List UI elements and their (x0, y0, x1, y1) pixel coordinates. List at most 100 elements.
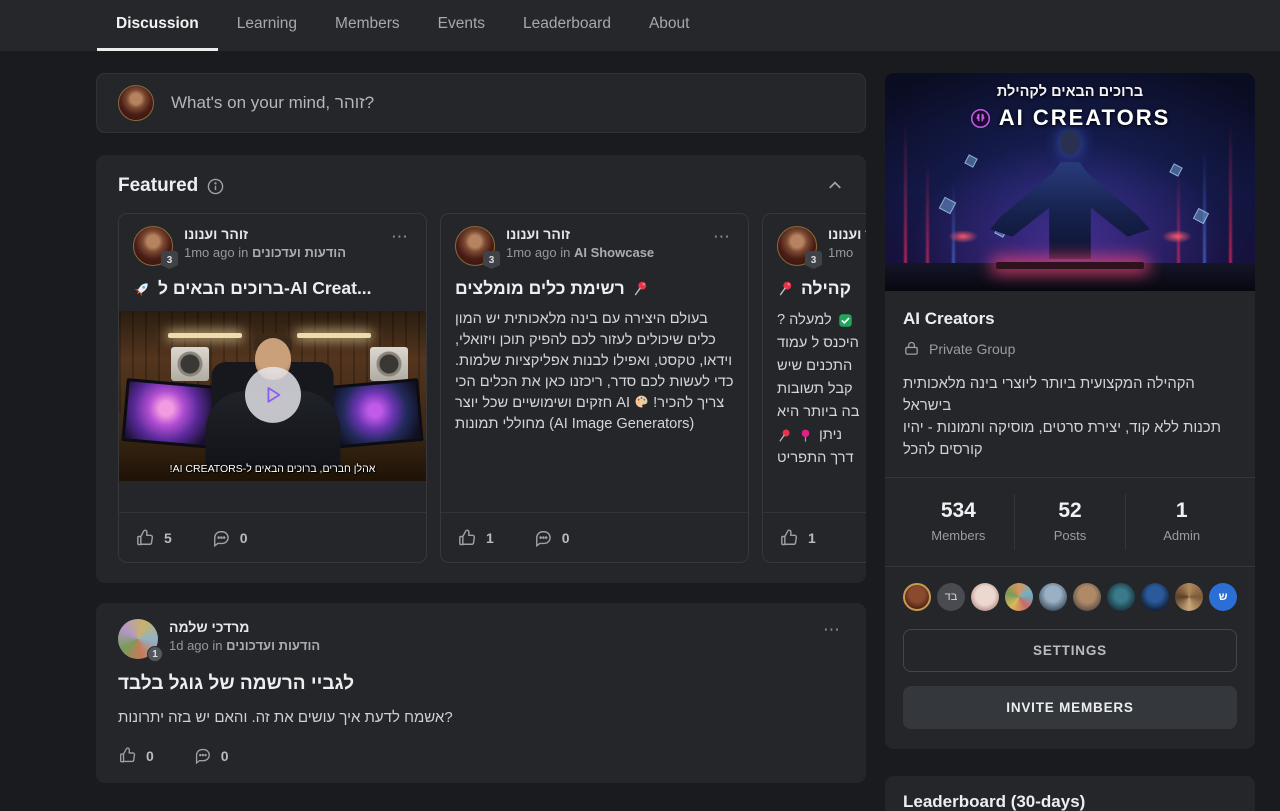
privacy-label: Private Group (929, 341, 1015, 357)
member-avatar[interactable] (903, 583, 931, 611)
author-name[interactable]: זוהר וענונו (184, 226, 376, 242)
post-title[interactable]: קהילה (763, 278, 866, 299)
play-button[interactable] (245, 367, 301, 423)
tab-discussion[interactable]: Discussion (97, 0, 218, 51)
member-avatar[interactable]: בד (937, 583, 965, 611)
studio-speaker (370, 347, 408, 381)
rocket-emoji (133, 280, 151, 298)
member-avatar[interactable] (1141, 583, 1169, 611)
tab-learning[interactable]: Learning (218, 0, 316, 51)
pushpin-emoji (632, 280, 649, 297)
leaderboard-title: Leaderboard (30-days) (903, 792, 1237, 811)
info-icon[interactable] (207, 178, 224, 195)
monitor-right (327, 378, 424, 449)
more-options-icon[interactable]: ⋯ (819, 619, 844, 640)
collapse-chevron-up-icon[interactable] (826, 177, 844, 195)
author-avatar[interactable]: 3 (133, 226, 173, 266)
featured-title: Featured (118, 175, 198, 197)
comment-count[interactable]: 0 (562, 530, 570, 546)
more-options-icon[interactable]: ⋯ (709, 226, 734, 247)
group-description: הקהילה המקצועית ביותר ליוצרי בינה מלאכות… (903, 373, 1237, 461)
author-avatar[interactable]: 3 (455, 226, 495, 266)
author-name[interactable]: זוהר וענונו (828, 226, 866, 242)
author-name[interactable]: זוהר וענונו (506, 226, 698, 242)
like-icon[interactable] (135, 528, 155, 548)
member-avatar[interactable] (1175, 583, 1203, 611)
current-user-avatar[interactable] (118, 85, 154, 121)
featured-card-welcome[interactable]: 3 זוהר וענונו 1mo ago in הודעות ועדכונים… (118, 213, 427, 563)
channel-link[interactable]: AI Showcase (574, 245, 654, 260)
invite-members-button[interactable]: INVITE MEMBERS (903, 686, 1237, 729)
like-count[interactable]: 1 (808, 530, 816, 546)
post-age: 1mo (828, 245, 853, 260)
banner-keyboard-glow (996, 262, 1144, 269)
banner-figure-body (990, 151, 1150, 259)
group-banner-image: ברוכים הבאים לקהילת AI CREATORS (885, 73, 1255, 291)
post-age: 1d ago in (169, 638, 223, 653)
post-meta: 1d ago in הודעות ועדכונים (169, 638, 808, 653)
group-info-card: ברוכים הבאים לקהילת AI CREATORS AI Creat… (885, 73, 1255, 749)
post-composer[interactable]: What's on your mind, זוהר? (96, 73, 866, 133)
level-badge: 1 (147, 646, 163, 662)
like-count[interactable]: 1 (486, 530, 494, 546)
studio-light (168, 333, 242, 338)
channel-link[interactable]: הודעות ועדכונים (226, 638, 320, 653)
composer-placeholder: What's on your mind, זוהר? (171, 93, 374, 113)
channel-link[interactable]: הודעות ועדכונים (252, 245, 346, 260)
member-avatar[interactable] (1107, 583, 1135, 611)
settings-button[interactable]: SETTINGS (903, 629, 1237, 672)
like-count[interactable]: 5 (164, 530, 172, 546)
member-avatar[interactable] (1073, 583, 1101, 611)
post-title[interactable]: לגביי הרשמה של גוגל בלבד (118, 673, 844, 695)
post-age: 1mo ago in (184, 245, 248, 260)
more-options-icon[interactable]: ⋯ (387, 226, 412, 247)
featured-card-community[interactable]: 3 זוהר וענונו 1mo קהילה (762, 213, 866, 563)
studio-speaker (171, 347, 209, 381)
comment-count[interactable]: 0 (221, 748, 229, 764)
featured-card-tools[interactable]: 3 זוהר וענונו 1mo ago in AI Showcase ⋯ ר… (440, 213, 749, 563)
post-title[interactable]: רשימת כלים מומלצים (441, 278, 748, 299)
stat-posts[interactable]: 52 Posts (1014, 494, 1126, 550)
comment-icon[interactable] (533, 528, 553, 548)
member-avatar[interactable]: ש (1209, 583, 1237, 611)
featured-section: Featured 3 (96, 155, 866, 583)
group-privacy: Private Group (903, 340, 1237, 357)
pushpin-emoji (777, 428, 792, 443)
like-icon[interactable] (118, 746, 137, 765)
brain-logo-icon (970, 108, 991, 129)
stat-members[interactable]: 534 Members (903, 494, 1014, 550)
lock-icon (903, 340, 920, 357)
like-count[interactable]: 0 (146, 748, 154, 764)
post-body: אשמח לדעת איך עושים את זה. והאם יש בזה י… (118, 709, 844, 726)
pushpin-emoji (777, 280, 794, 297)
description-line: הקהילה המקצועית ביותר ליוצרי בינה מלאכות… (903, 373, 1237, 417)
level-badge: 3 (805, 251, 822, 269)
video-thumbnail[interactable]: אהלן חברים, ברוכים הבאים ל-AI CREATORS! (119, 311, 426, 481)
author-avatar[interactable]: 3 (777, 226, 817, 266)
member-avatar[interactable] (1005, 583, 1033, 611)
tab-leaderboard[interactable]: Leaderboard (504, 0, 630, 51)
post-meta: 1mo ago in AI Showcase (506, 245, 698, 260)
feed-post[interactable]: 1 מרדכי שלמה 1d ago in הודעות ועדכונים ⋯… (96, 603, 866, 783)
author-name[interactable]: מרדכי שלמה (169, 619, 808, 635)
tab-about[interactable]: About (630, 0, 709, 51)
member-avatar[interactable] (1039, 583, 1067, 611)
comment-icon[interactable] (211, 528, 231, 548)
author-avatar[interactable]: 1 (118, 619, 158, 659)
stat-admins[interactable]: 1 Admin (1125, 494, 1237, 550)
post-body: ? למעלה היכנס ל עמוד התכנים שיש קבל תשוב… (763, 309, 866, 470)
like-icon[interactable] (779, 528, 799, 548)
level-badge: 3 (483, 251, 500, 269)
like-icon[interactable] (457, 528, 477, 548)
featured-cards-row: 3 זוהר וענונו 1mo ago in הודעות ועדכונים… (118, 213, 866, 563)
comment-count[interactable]: 0 (240, 530, 248, 546)
member-avatar[interactable] (971, 583, 999, 611)
banner-brand-text: AI CREATORS (999, 105, 1171, 131)
banner-figure (1060, 130, 1080, 155)
tab-members[interactable]: Members (316, 0, 419, 51)
post-title[interactable]: ברוכים הבאים ל-AI Creat... (119, 278, 426, 299)
comment-icon[interactable] (193, 746, 212, 765)
top-nav: Discussion Learning Members Events Leade… (0, 0, 1280, 51)
post-age: 1mo ago in (506, 245, 570, 260)
tab-events[interactable]: Events (419, 0, 504, 51)
